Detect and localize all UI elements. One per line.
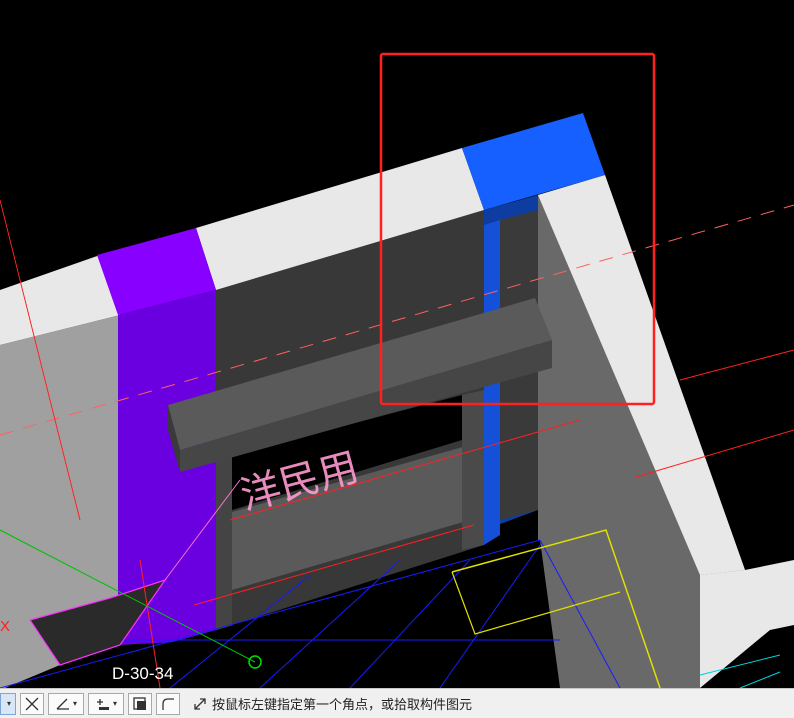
offset-tool-button[interactable]: ▾ [88, 692, 124, 715]
axis-x-label: X [0, 618, 11, 635]
cancel-tool-button[interactable] [20, 692, 44, 715]
window-jamb [462, 390, 484, 550]
chevron-down-icon: ▾ [72, 699, 77, 708]
arc-corner-tool-button[interactable] [156, 692, 180, 715]
snapshot-icon [133, 696, 146, 710]
window-sill-edge [215, 455, 232, 632]
3d-viewport[interactable]: 洋民用 X D-30-34 [0, 0, 794, 688]
wall-top-right-low [700, 560, 794, 688]
arc-corner-icon [162, 697, 174, 710]
angle-tool-button[interactable]: ▾ [48, 692, 84, 715]
status-bar: ▾ ▾ ▾ 按鼠标左键指定第一个角点，或拾取构件图元 [0, 688, 794, 718]
command-prompt: 按鼠标左键指定第一个角点，或拾取构件图元 [192, 694, 472, 713]
chevron-down-icon: ▾ [6, 699, 11, 708]
offset-icon [96, 698, 109, 710]
angle-icon [56, 698, 69, 710]
select-tool-button[interactable]: ▾ [0, 692, 16, 715]
axis-grid-label: D-30-34 [112, 664, 174, 683]
snapshot-tool-button[interactable] [128, 692, 152, 715]
model-scene: 洋民用 [0, 52, 794, 688]
cross-icon [25, 697, 39, 710]
prompt-text: 按鼠标左键指定第一个角点，或拾取构件图元 [212, 698, 473, 713]
diagonal-resize-icon [194, 697, 206, 710]
chevron-down-icon: ▾ [112, 699, 117, 708]
